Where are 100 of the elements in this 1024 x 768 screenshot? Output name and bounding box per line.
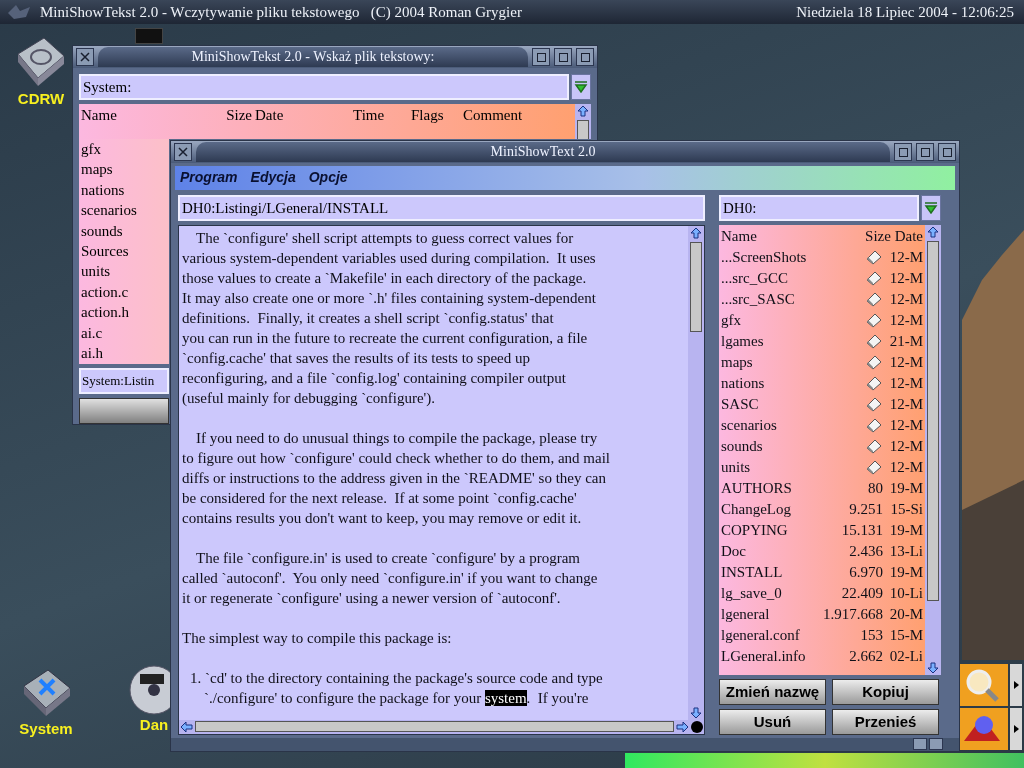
column-header[interactable]: Flags xyxy=(411,105,463,126)
column-header[interactable]: Size xyxy=(213,105,255,126)
text-line: It may also create one or more `.h' files containing system-dependent xyxy=(182,288,596,308)
file-name[interactable]: INSTALL xyxy=(721,561,850,583)
file-name[interactable]: Sources xyxy=(81,241,129,262)
ok-button[interactable] xyxy=(79,398,169,424)
path-field[interactable]: System: xyxy=(79,74,569,100)
file-name[interactable]: gfx xyxy=(81,139,101,160)
menu-item[interactable]: Program xyxy=(180,167,238,189)
dock-arrow-button[interactable] xyxy=(1010,664,1022,706)
file-name[interactable]: gfx xyxy=(721,309,865,331)
caret-icon xyxy=(574,81,588,93)
menu-item[interactable]: Opcje xyxy=(308,167,348,189)
file-name[interactable]: ai.c xyxy=(81,322,103,344)
file-date: 10-Li xyxy=(888,583,923,603)
action-button[interactable]: Usuń xyxy=(719,708,826,735)
file-name[interactable]: COPYING xyxy=(721,519,842,541)
icon-label[interactable]: CDRW xyxy=(17,90,65,108)
file-date: 12-M xyxy=(888,352,923,372)
scroll-right-button[interactable] xyxy=(929,738,943,751)
file-size: 9.251 xyxy=(849,499,883,519)
dock-arrow-button[interactable] xyxy=(1010,708,1022,750)
file-name[interactable]: nations xyxy=(81,179,125,201)
file-name[interactable]: scenarios xyxy=(81,200,137,221)
file-name[interactable]: lg_save_0 xyxy=(721,582,842,604)
action-button[interactable]: Kopiuj xyxy=(832,678,939,705)
file-field[interactable]: System:Listin xyxy=(79,368,169,394)
dropdown-button[interactable] xyxy=(921,194,941,221)
action-button[interactable]: Zmień nazwę xyxy=(719,678,826,705)
file-name[interactable]: units xyxy=(81,261,111,282)
drawer-icon xyxy=(865,396,883,413)
file-name[interactable]: lgeneral xyxy=(721,603,823,625)
file-name[interactable]: scenarios xyxy=(721,414,865,436)
scrollbar[interactable] xyxy=(688,225,704,720)
dropdown-button[interactable] xyxy=(571,74,591,100)
scrollbar-thumb[interactable] xyxy=(690,241,702,332)
path-field[interactable]: DH0: xyxy=(719,194,919,221)
file-date: 15-Si xyxy=(889,499,923,519)
file-name[interactable]: action.c xyxy=(81,281,129,303)
file-name[interactable]: sounds xyxy=(81,220,123,242)
iconify-button[interactable] xyxy=(894,143,912,161)
scroll-left-button[interactable] xyxy=(913,738,927,751)
scrollbar-thumb[interactable] xyxy=(927,240,939,601)
column-header[interactable]: Size Date xyxy=(865,225,923,247)
file-name[interactable]: ...src_SASC xyxy=(721,288,865,310)
file-name[interactable]: sounds xyxy=(721,435,865,457)
zoom-button[interactable] xyxy=(554,48,572,66)
text-area[interactable] xyxy=(179,225,688,720)
arrow-right-icon xyxy=(1013,681,1019,689)
file-name[interactable]: maps xyxy=(81,159,113,180)
file-name[interactable]: ...src_GCC xyxy=(721,267,865,289)
file-name[interactable]: action.h xyxy=(81,302,129,323)
file-name[interactable]: AUTHORS xyxy=(721,477,868,499)
scrollbar-thumb[interactable] xyxy=(577,120,589,139)
file-name[interactable]: LGeneral.info xyxy=(721,645,850,667)
close-icon xyxy=(178,147,188,157)
file-list[interactable] xyxy=(719,224,925,675)
file-name[interactable]: lgeneral.conf xyxy=(721,624,861,646)
path-field[interactable]: DH0:Listingi/LGeneral/INSTALL xyxy=(178,194,705,221)
file-date: 12-M xyxy=(888,436,923,456)
drawer-icon xyxy=(865,312,883,329)
file-name[interactable]: nations xyxy=(721,372,865,394)
column-header[interactable]: Date xyxy=(255,105,353,126)
icon-label[interactable]: System xyxy=(19,720,73,738)
arrow-down-icon xyxy=(688,705,704,720)
close-button[interactable] xyxy=(76,48,94,66)
file-date: 12-M xyxy=(888,373,923,393)
text-line: diffs or instructions to the address given in the `README' so they can xyxy=(182,468,607,488)
file-size: 80 xyxy=(868,478,883,498)
file-date: 12-M xyxy=(888,268,923,288)
file-name[interactable]: lgames xyxy=(721,330,865,352)
scrollbar[interactable] xyxy=(925,224,941,675)
scrollbar[interactable] xyxy=(575,104,591,139)
column-header[interactable]: Name xyxy=(81,105,213,126)
text-line: contains results you don't want to keep, you may remove or edit it. xyxy=(182,508,582,528)
column-header[interactable]: Comment xyxy=(463,105,523,126)
menu-item[interactable]: Edycja xyxy=(250,167,296,189)
horizontal-scrollbar[interactable] xyxy=(195,721,674,733)
zoom-button[interactable] xyxy=(916,143,934,161)
file-name[interactable]: ChangeLog xyxy=(721,498,850,520)
file-size: 15.131 xyxy=(841,520,883,540)
file-date: 19-M xyxy=(888,520,923,540)
file-name[interactable]: SASC xyxy=(721,393,865,415)
drawer-icon xyxy=(865,270,883,287)
depth-button[interactable] xyxy=(576,48,594,66)
close-button[interactable] xyxy=(174,143,192,161)
file-name[interactable]: units xyxy=(721,456,865,478)
column-header[interactable]: Name xyxy=(721,225,757,247)
file-date: 12-M xyxy=(888,247,923,267)
file-name[interactable]: maps xyxy=(721,351,865,373)
file-name[interactable]: ai.h xyxy=(81,343,104,364)
column-header[interactable]: Time xyxy=(353,105,411,126)
iconify-button[interactable] xyxy=(532,48,550,66)
file-size: 153 xyxy=(860,625,883,645)
depth-button[interactable] xyxy=(938,143,956,161)
action-button[interactable]: Przenieś xyxy=(832,708,939,735)
file-name[interactable]: Doc xyxy=(721,540,850,562)
file-name[interactable]: ...ScreenShots xyxy=(721,246,865,268)
file-list[interactable]: gfx maps nations scenarios sounds Sources units action.c action.h ai.c ai.h xyxy=(79,139,169,364)
icon-label[interactable]: Dan xyxy=(139,716,169,734)
